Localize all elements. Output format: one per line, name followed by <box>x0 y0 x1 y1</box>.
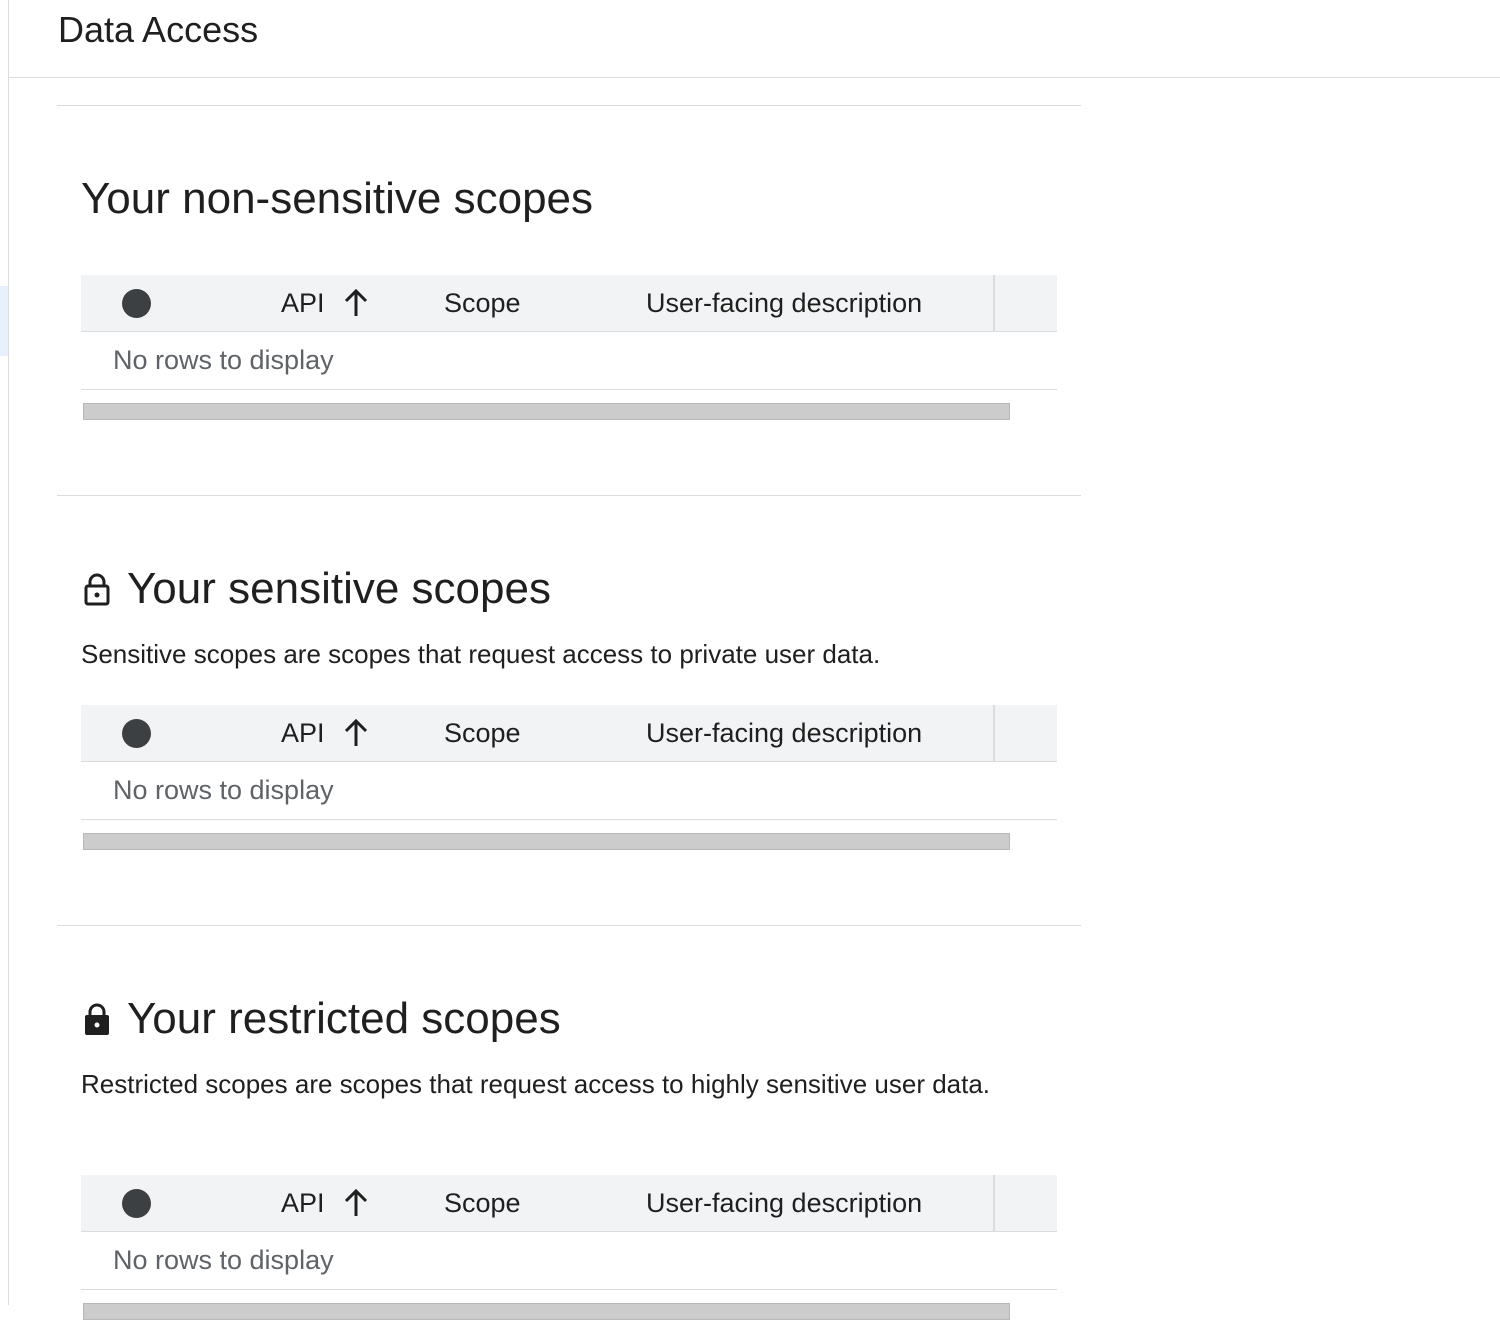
section-title: Your restricted scopes <box>127 994 561 1043</box>
restricted-scopes-description: Restricted scopes are scopes that reques… <box>81 1069 991 1099</box>
sort-ascending-icon <box>344 288 367 316</box>
empty-table-message: No rows to display <box>81 762 1057 820</box>
horizontal-scrollbar[interactable] <box>83 833 1010 850</box>
section-divider <box>57 925 1081 926</box>
column-header-scope[interactable]: Scope <box>444 1175 521 1231</box>
column-header-scope[interactable]: Scope <box>444 705 521 761</box>
empty-table-message: No rows to display <box>81 332 1057 390</box>
column-header-api[interactable]: API <box>281 1175 369 1231</box>
column-label: API <box>281 288 325 318</box>
left-nav-rail <box>0 0 9 1305</box>
column-header-user-facing-description[interactable]: User-facing description <box>646 705 922 761</box>
column-header-scope[interactable]: Scope <box>444 275 521 331</box>
restricted-scopes-heading: Your restricted scopes <box>81 993 561 1045</box>
horizontal-scrollbar[interactable] <box>83 1303 1010 1320</box>
select-all-checkbox[interactable] <box>122 1189 151 1218</box>
lock-outline-icon <box>84 573 110 606</box>
select-all-checkbox[interactable] <box>122 719 151 748</box>
sensitive-scopes-heading: Your sensitive scopes <box>81 563 551 615</box>
section-title: Your sensitive scopes <box>127 564 551 613</box>
non-sensitive-scopes-table: API Scope User-facing description No row… <box>81 275 1057 420</box>
section-title: Your non-sensitive scopes <box>81 174 594 223</box>
sort-ascending-icon <box>344 1188 367 1216</box>
column-header-api[interactable]: API <box>281 705 369 761</box>
column-resize-handle[interactable] <box>993 705 995 761</box>
restricted-scopes-table: API Scope User-facing description No row… <box>81 1175 1057 1320</box>
column-resize-handle[interactable] <box>993 275 995 331</box>
column-header-user-facing-description[interactable]: User-facing description <box>646 275 922 331</box>
table-header: API Scope User-facing description <box>81 1175 1057 1232</box>
sort-ascending-icon <box>344 718 367 746</box>
column-header-api[interactable]: API <box>281 275 369 331</box>
top-bar: Data Access <box>9 0 1500 78</box>
table-header: API Scope User-facing description <box>81 705 1057 762</box>
column-header-user-facing-description[interactable]: User-facing description <box>646 1175 922 1231</box>
column-resize-handle[interactable] <box>993 1175 995 1231</box>
column-label: API <box>281 1188 325 1218</box>
sensitive-scopes-description: Sensitive scopes are scopes that request… <box>81 639 881 669</box>
column-label: API <box>281 718 325 748</box>
section-divider <box>57 495 1081 496</box>
table-header: API Scope User-facing description <box>81 275 1057 332</box>
page-title: Data Access <box>58 9 259 50</box>
select-all-checkbox[interactable] <box>122 289 151 318</box>
sensitive-scopes-table: API Scope User-facing description No row… <box>81 705 1057 850</box>
lock-filled-icon <box>85 1003 109 1035</box>
empty-table-message: No rows to display <box>81 1232 1057 1290</box>
section-divider <box>57 105 1081 106</box>
horizontal-scrollbar[interactable] <box>83 403 1010 420</box>
non-sensitive-scopes-heading: Your non-sensitive scopes <box>81 173 593 225</box>
left-nav-active-indicator <box>0 286 8 356</box>
